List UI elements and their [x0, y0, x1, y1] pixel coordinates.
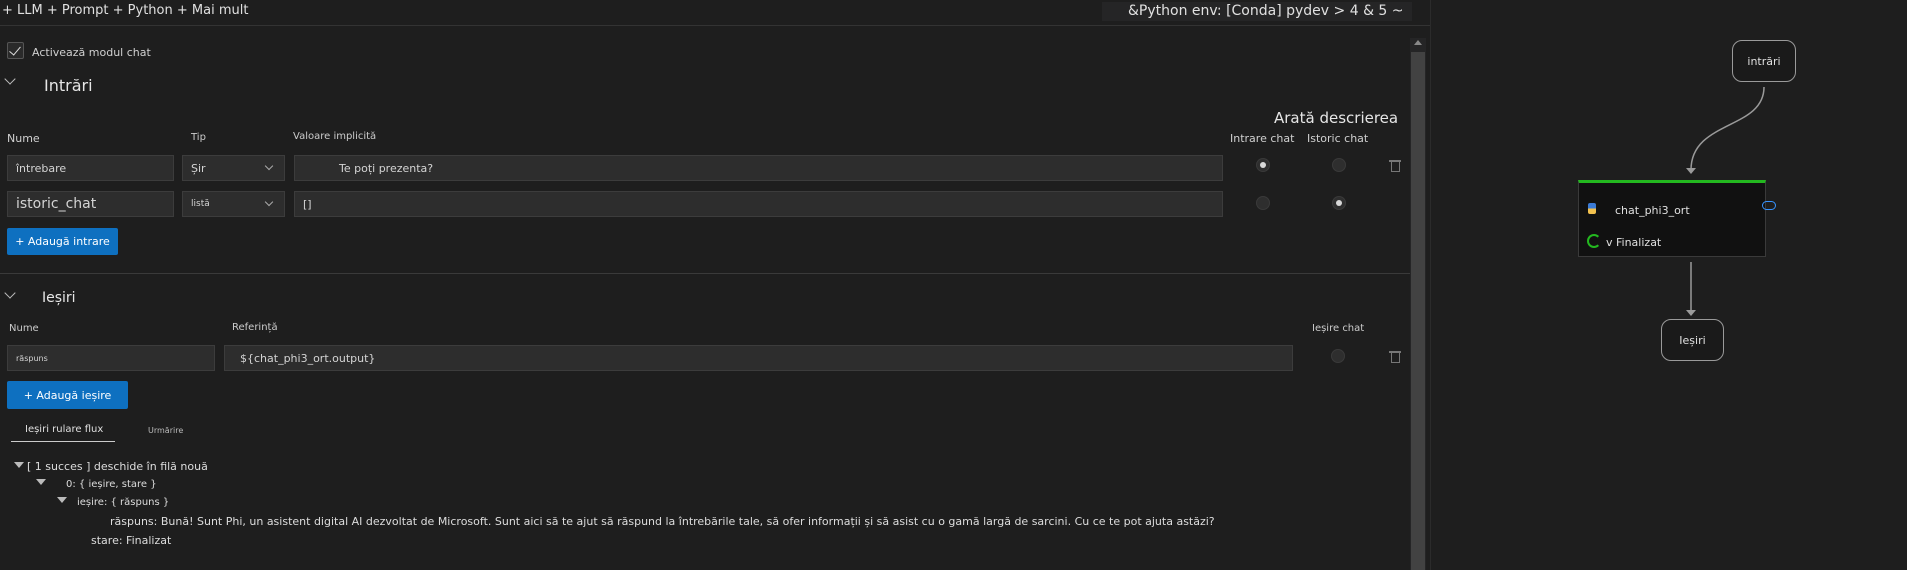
- outputs-section-title: Ieșiri: [42, 290, 76, 306]
- input-default-field[interactable]: Te poți prezenta?: [294, 155, 1223, 181]
- tab-flow-run-outputs[interactable]: Ieșiri rulare flux: [25, 424, 103, 435]
- trash-body: [1390, 353, 1400, 363]
- inputs-header-name: Nume: [7, 132, 40, 145]
- graph-inputs-node-label: intrări: [1747, 54, 1781, 68]
- input-name-field[interactable]: întrebare: [7, 155, 174, 181]
- llm-node-name: chat_phi3_ort: [1615, 204, 1690, 217]
- tab-trace[interactable]: Urmărire: [148, 426, 183, 435]
- run-tree-item: 0: { ieșire, stare }: [66, 479, 157, 490]
- run-tree-output-node: ieșire: { răspuns }: [77, 497, 170, 508]
- check-icon: [9, 43, 21, 56]
- graph-outputs-node[interactable]: Ieșiri: [1661, 319, 1724, 361]
- llm-node-status: v Finalizat: [1606, 236, 1662, 249]
- expand-triangle-icon[interactable]: [36, 479, 46, 485]
- add-input-button[interactable]: + Adaugă intrare: [7, 228, 118, 255]
- inputs-header-chat-history: Istoric chat: [1307, 132, 1369, 145]
- add-output-button[interactable]: + Adaugă ieșire: [7, 381, 128, 409]
- graph-inputs-node[interactable]: intrări: [1732, 40, 1796, 82]
- scrollbar-thumb[interactable]: [1411, 52, 1425, 570]
- edge-inputs-to-llm: [1690, 86, 1765, 171]
- active-tab-underline: [11, 441, 115, 442]
- add-node-menu[interactable]: + LLM + Prompt + Python + Mai mult: [2, 3, 248, 18]
- status-check-icon: [1587, 234, 1601, 248]
- collapse-outputs-chevron-icon[interactable]: [4, 287, 16, 299]
- arrow-head-icon: [1686, 168, 1696, 174]
- output-name-field[interactable]: răspuns: [7, 345, 215, 371]
- flow-graph-panel: intrări chat_phi3_ort v Finalizat Ieșiri: [1430, 0, 1907, 570]
- input-type-value: listă: [191, 199, 210, 209]
- outputs-header-reference: Referință: [232, 322, 278, 333]
- trash-body: [1390, 162, 1400, 172]
- run-tree-answer: răspuns: Bună! Sunt Phi, un asistent dig…: [110, 515, 1215, 528]
- delete-output-trash-icon[interactable]: [1389, 351, 1401, 363]
- input-name-field[interactable]: istoric_chat: [7, 191, 174, 217]
- input-default-field[interactable]: []: [294, 191, 1223, 217]
- inputs-header-type: Tip: [191, 132, 206, 143]
- run-tree-status: stare: Finalizat: [91, 534, 172, 547]
- graph-outputs-node-label: Ieșiri: [1679, 333, 1706, 347]
- outputs-header-name: Nume: [9, 323, 39, 334]
- inputs-section-title: Intrări: [44, 76, 93, 95]
- delete-input-trash-icon[interactable]: [1389, 160, 1401, 172]
- inputs-header-chat-input: Intrare chat: [1230, 132, 1295, 145]
- expand-triangle-icon[interactable]: [14, 462, 24, 468]
- chat-mode-checkbox[interactable]: [7, 42, 24, 59]
- outputs-header-chat-output: Ieșire chat: [1312, 323, 1365, 334]
- collapse-inputs-chevron-icon[interactable]: [4, 73, 16, 85]
- flow-editor-panel: + LLM + Prompt + Python + Mai mult &Pyth…: [0, 0, 1430, 570]
- chat-history-radio[interactable]: [1332, 196, 1346, 210]
- input-type-value: Șir: [191, 161, 206, 175]
- arrow-head-icon: [1686, 310, 1696, 316]
- python-icon: [1588, 203, 1596, 214]
- graph-edges: [1686, 86, 1765, 316]
- chat-input-radio[interactable]: [1256, 158, 1270, 172]
- scroll-up-arrow-icon[interactable]: [1414, 40, 1422, 45]
- chat-mode-label: Activează modul chat: [32, 46, 151, 59]
- graph-llm-node[interactable]: chat_phi3_ort v Finalizat: [1578, 180, 1766, 257]
- expand-triangle-icon[interactable]: [57, 497, 67, 503]
- inputs-header-default: Valoare implicită: [293, 131, 377, 142]
- output-reference-field[interactable]: ${chat_phi3_ort.output}: [224, 345, 1293, 371]
- run-tree-root[interactable]: [ 1 succes ] deschide în filă nouă: [27, 460, 208, 473]
- section-divider: [0, 273, 1410, 274]
- top-toolbar: + LLM + Prompt + Python + Mai mult &Pyth…: [0, 0, 1430, 26]
- chat-history-radio[interactable]: [1332, 158, 1346, 172]
- link-chain-icon[interactable]: [1762, 201, 1776, 210]
- python-env-selector[interactable]: &Python env: [Conda] pydev > 4 & 5 ~: [1102, 2, 1412, 21]
- chat-input-radio[interactable]: [1256, 196, 1270, 210]
- chat-output-radio[interactable]: [1331, 349, 1345, 363]
- show-description-toggle[interactable]: Arată descrierea: [1274, 109, 1398, 127]
